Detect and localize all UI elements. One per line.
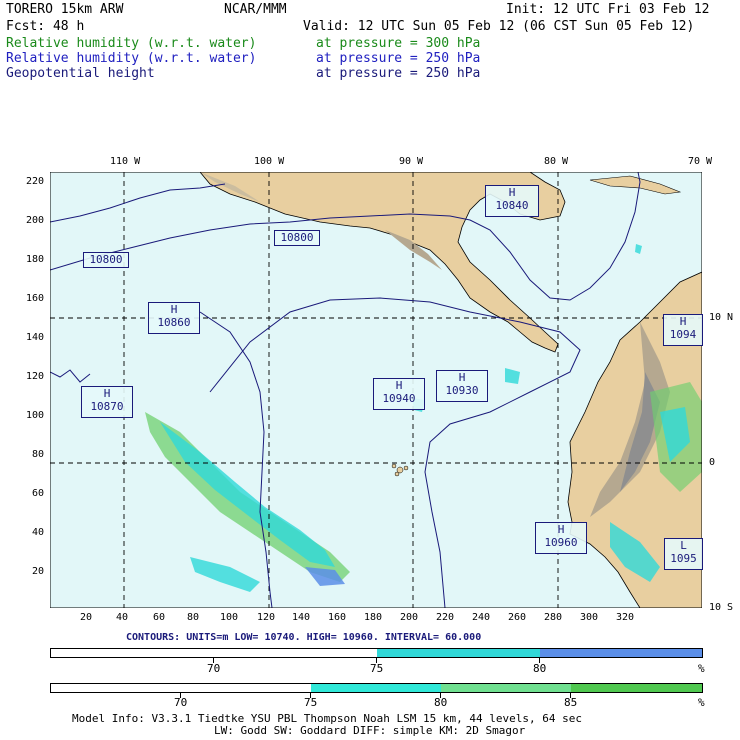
extremum-value: 10840: [495, 199, 529, 212]
x-tick: 20: [80, 612, 93, 623]
x-tick: 120: [257, 612, 276, 623]
colorbar-2-label: 75: [304, 696, 318, 709]
y-tick: 140: [26, 332, 45, 343]
x-tick: 220: [436, 612, 455, 623]
field-1-name: Relative humidity (w.r.t. water): [6, 36, 257, 51]
y-tick: 220: [26, 176, 45, 187]
colorbar-1-label: 75: [370, 662, 384, 675]
y-tick: 100: [26, 410, 45, 421]
colorbar-segment: [51, 684, 311, 692]
org-label: NCAR/MMM: [224, 2, 287, 17]
colorbar-2-label: 70: [174, 696, 188, 709]
lat-label-10s: 10 S: [709, 602, 734, 613]
extremum-value: 10860: [157, 316, 191, 329]
lon-label-80w: 80 W: [544, 156, 569, 167]
contours-info: CONTOURS: UNITS=m LOW= 10740. HIGH= 1096…: [126, 632, 482, 643]
colorbar-1-label: 80: [533, 662, 547, 675]
colorbar-2-label: 85: [564, 696, 578, 709]
y-tick: 60: [32, 488, 45, 499]
extremum-type: H: [557, 523, 565, 536]
field-1-level: at pressure = 300 hPa: [316, 36, 481, 51]
extremum-value: 1094: [669, 328, 697, 341]
x-tick: 80: [187, 612, 200, 623]
x-tick: 320: [616, 612, 635, 623]
model-info-line-2: LW: Godd SW: Goddard DIFF: simple KM: 2D…: [214, 724, 526, 737]
contour-label: H 10870: [81, 386, 133, 418]
lon-label-100w: 100 W: [254, 156, 285, 167]
extremum-value: 10960: [544, 536, 578, 549]
x-tick: 180: [364, 612, 383, 623]
x-tick: 40: [116, 612, 129, 623]
extremum-type: L: [680, 539, 687, 552]
extremum-type: H: [458, 371, 466, 384]
contour-label: 10800: [274, 230, 320, 246]
field-2-level: at pressure = 250 hPa: [316, 51, 481, 66]
x-tick: 260: [508, 612, 527, 623]
extremum-value: 1095: [670, 552, 697, 565]
forecast-hour: Fcst: 48 h: [6, 19, 85, 34]
colorbar-1-unit: %: [698, 662, 705, 675]
colorbar-rh-250: [50, 648, 703, 658]
y-tick: 200: [26, 215, 45, 226]
colorbar-segment: [441, 684, 571, 692]
contour-label: L 1095: [664, 538, 703, 570]
colorbar-rh-300: [50, 683, 703, 693]
colorbar-segment: [571, 684, 702, 692]
lon-label-110w: 110 W: [110, 156, 141, 167]
lon-label-90w: 90 W: [399, 156, 424, 167]
model-title: TORERO 15km ARW: [6, 2, 124, 17]
contour-label: H 10960: [535, 522, 587, 554]
colorbar-segment: [377, 649, 540, 657]
colorbar-1-label: 70: [207, 662, 221, 675]
field-3-name: Geopotential height: [6, 66, 155, 81]
lon-label-70w: 70 W: [688, 156, 713, 167]
x-tick: 140: [292, 612, 311, 623]
x-tick: 160: [328, 612, 347, 623]
valid-time: Valid: 12 UTC Sun 05 Feb 12 (06 CST Sun …: [303, 19, 695, 34]
y-tick: 20: [32, 566, 45, 577]
colorbar-2-label: 80: [434, 696, 448, 709]
init-time: Init: 12 UTC Fri 03 Feb 12: [506, 2, 710, 17]
extremum-value: 10930: [445, 384, 479, 397]
colorbar-segment: [51, 649, 377, 657]
extremum-value: 10940: [382, 392, 416, 405]
field-3-level: at pressure = 250 hPa: [316, 66, 481, 81]
extremum-type: H: [103, 387, 111, 400]
y-tick: 180: [26, 254, 45, 265]
colorbar-segment: [311, 684, 441, 692]
x-tick: 60: [153, 612, 166, 623]
contour-label: H 10860: [148, 302, 200, 334]
contour-label: H 10930: [436, 370, 488, 402]
contour-value: 10800: [89, 253, 123, 266]
contour-label: H 1094: [663, 314, 703, 346]
x-tick: 300: [580, 612, 599, 623]
contour-value: 10800: [280, 231, 314, 244]
extremum-type: H: [679, 315, 687, 328]
y-tick: 120: [26, 371, 45, 382]
y-tick: 80: [32, 449, 45, 460]
extremum-type: H: [170, 303, 178, 316]
x-tick: 200: [400, 612, 419, 623]
contour-label: 10800: [83, 252, 129, 268]
x-tick: 240: [472, 612, 491, 623]
x-tick: 100: [220, 612, 239, 623]
lat-label-eq: 0: [709, 457, 716, 468]
field-2-name: Relative humidity (w.r.t. water): [6, 51, 257, 66]
extremum-value: 10870: [90, 400, 124, 413]
x-tick: 280: [544, 612, 563, 623]
y-tick: 40: [32, 527, 45, 538]
extremum-type: H: [508, 186, 516, 199]
colorbar-2-unit: %: [698, 696, 705, 709]
colorbar-segment: [540, 649, 702, 657]
y-tick: 160: [26, 293, 45, 304]
contour-label: H 10840: [485, 185, 539, 217]
extremum-type: H: [395, 379, 403, 392]
lat-label-10n: 10 N: [709, 312, 734, 323]
contour-label: H 10940: [373, 378, 425, 410]
